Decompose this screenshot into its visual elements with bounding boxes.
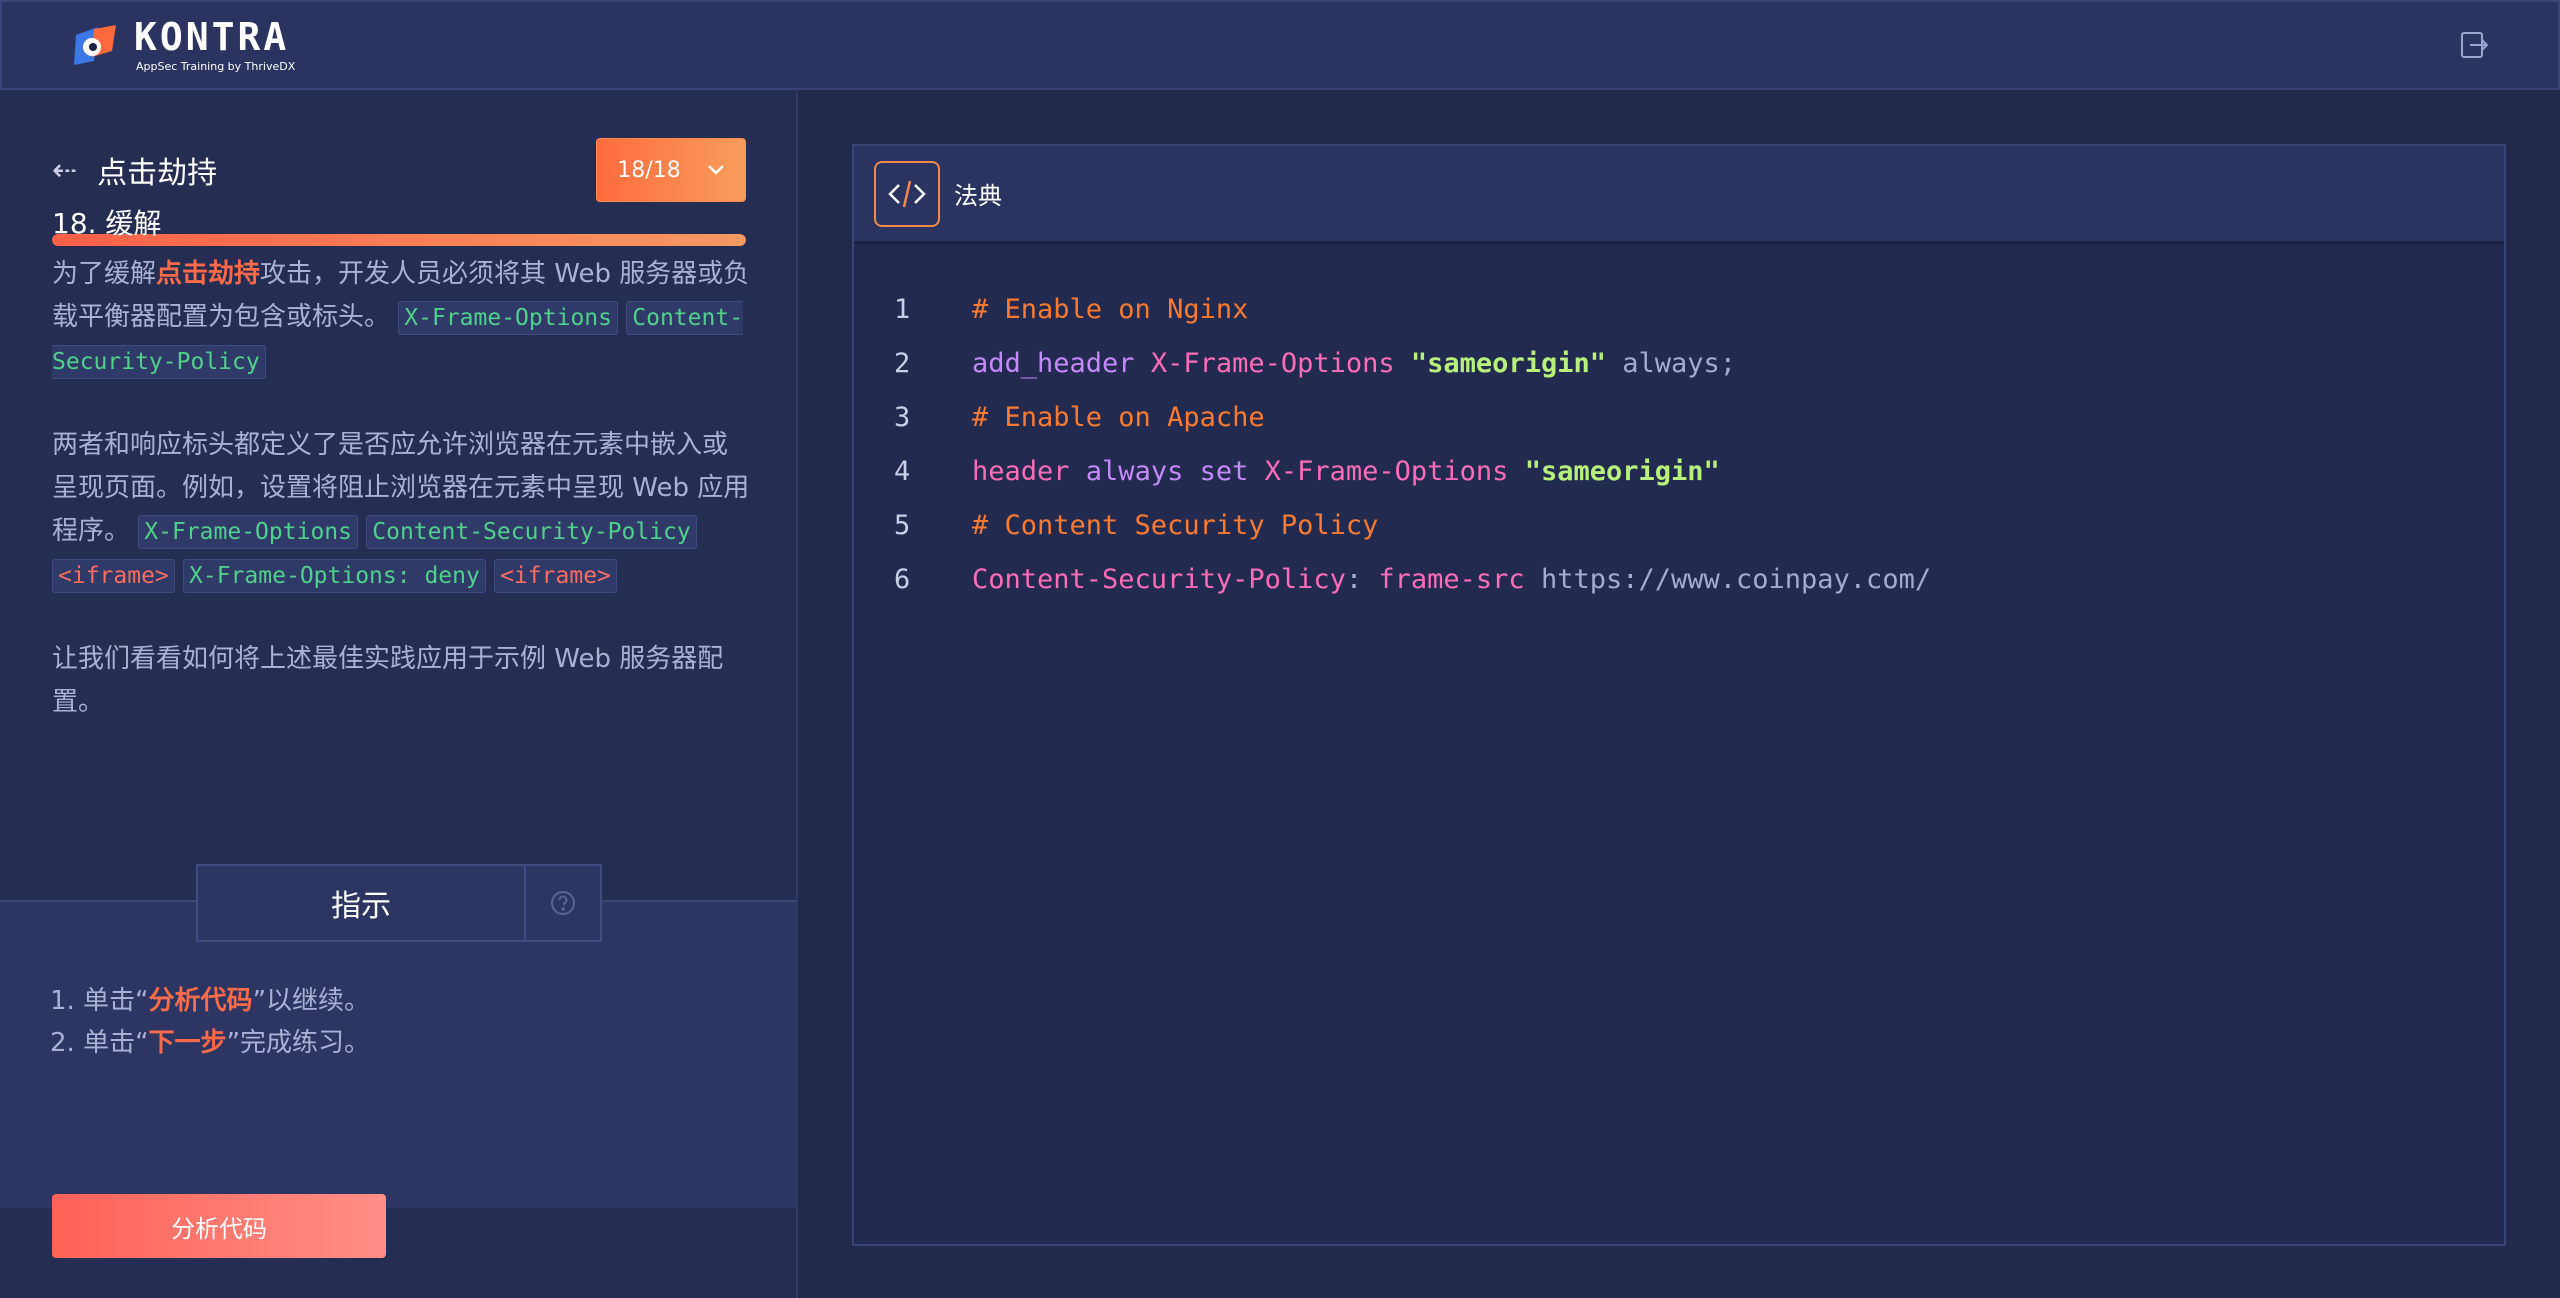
step-label: 18/18 (617, 157, 681, 183)
kontra-logo-icon (74, 25, 116, 65)
code-token: https://www.coinpay.com/ (1540, 563, 1932, 595)
code-text: Content-Security-Policy: frame-src https… (950, 564, 1931, 595)
paragraph-2: 两者和响应标头都定义了是否应允许浏览器在元素中嵌入或呈现页面。例如，设置将阻止浏… (52, 424, 752, 598)
clickjacking-highlight: 点击劫持 (156, 259, 261, 289)
code-xfo-deny: X-Frame-Options: deny (183, 559, 486, 593)
code-line: 2 add_header X-Frame-Options "sameorigin"… (854, 336, 2504, 390)
back-arrow-icon[interactable]: ⇠ (52, 153, 77, 188)
help-icon (551, 891, 575, 915)
brand-name: KONTRA (134, 15, 290, 59)
code-token: frame-src (1378, 563, 1541, 595)
code-panel: 法典 1 # Enable on Nginx 2 add_header X-Frame… (852, 144, 2506, 1246)
code-token: "sameorigin" (1410, 347, 1606, 379)
code-panel-header: 法典 (854, 146, 2504, 244)
instruction-item: 2. 单击“下一步”完成练习。 (50, 1028, 371, 1058)
code-line: 6 Content-Security-Policy: frame-src http… (854, 552, 2504, 606)
code-line: 4 header always set X-Frame-Options "same… (854, 444, 2504, 498)
code-token: # Content Security Policy (972, 509, 1379, 541)
code-line: 3 # Enable on Apache (854, 390, 2504, 444)
code-xfo: X-Frame-Options (398, 301, 618, 335)
code-token: always set (1085, 455, 1265, 487)
lesson-title: 点击劫持 (97, 156, 218, 191)
step-heading: 18. 缓解 (52, 207, 162, 240)
paragraph-3: 让我们看看如何将上述最佳实践应用于示例 Web 服务器配置。 (52, 644, 724, 717)
line-number: 6 (894, 563, 911, 595)
lesson-content: 18. 缓解 为了缓解点击劫持攻击，开发人员必须将其 Web 服务器或负载平衡器… (52, 202, 752, 764)
code-panel-title: 法典 (954, 182, 1002, 210)
code-token: "sameorigin" (1524, 455, 1720, 487)
analyze-code-button[interactable]: 分析代码 (52, 1194, 386, 1258)
code-iframe-2: <iframe> (494, 559, 617, 593)
instructions-list: 1. 单击“分析代码”以继续。 2. 单击“下一步”完成练习。 (50, 980, 370, 1064)
code-token: X-Frame-Options (1150, 347, 1411, 379)
brand[interactable]: KONTRA AppSec Training by ThriveDX (72, 18, 295, 72)
line-number: 3 (894, 401, 911, 433)
step-selector[interactable]: 18/18 (596, 138, 746, 202)
code-line: 5 # Content Security Policy (854, 498, 2504, 552)
code-editor[interactable]: 1 # Enable on Nginx 2 add_header X-Frame-Op… (854, 244, 2504, 606)
code-line: 1 # Enable on Nginx (854, 282, 2504, 336)
exit-icon (2461, 32, 2489, 58)
code-text: # Enable on Nginx (950, 294, 1248, 325)
code-token: always; (1605, 347, 1737, 379)
chevron-down-icon (707, 165, 724, 175)
code-icon[interactable] (874, 160, 940, 227)
code-token: # Enable on Apache (972, 401, 1265, 433)
code-text: add_header X-Frame-Options "sameorigin" … (950, 348, 1736, 379)
line-number: 1 (894, 293, 911, 325)
line-number: 2 (894, 347, 911, 379)
line-number: 4 (894, 455, 911, 487)
code-text: # Content Security Policy (950, 510, 1378, 541)
brand-tagline: AppSec Training by ThriveDX (136, 60, 296, 73)
instruction-item: 1. 单击“分析代码”以继续。 (50, 986, 371, 1016)
help-button[interactable] (526, 866, 600, 940)
code-token: # Enable on Nginx (972, 293, 1249, 325)
top-bar: KONTRA AppSec Training by ThriveDX (0, 0, 2560, 90)
code-token: X-Frame-Options (1264, 455, 1525, 487)
code-csp-2: Content-Security-Policy (366, 515, 697, 549)
code-iframe: <iframe> (52, 559, 175, 593)
code-xfo-2: X-Frame-Options (138, 515, 358, 549)
code-token: header (972, 455, 1086, 487)
lesson-header: ⇠ 点击劫持 18/18 (52, 138, 746, 202)
exit-button[interactable] (2454, 25, 2494, 65)
line-number: 5 (894, 509, 911, 541)
paragraph-1: 为了缓解点击劫持攻击，开发人员必须将其 Web 服务器或负载平衡器配置为包含或标… (52, 253, 752, 384)
code-text: header always set X-Frame-Options "sameo… (950, 456, 1720, 487)
code-token: add_header (972, 347, 1151, 379)
code-token: Content-Security-Policy (972, 563, 1346, 595)
code-token: : (1345, 563, 1379, 595)
code-text: # Enable on Apache (950, 402, 1265, 433)
tab-instructions[interactable]: 指示 (198, 866, 526, 940)
instructions-tabs: 指示 (196, 864, 602, 942)
